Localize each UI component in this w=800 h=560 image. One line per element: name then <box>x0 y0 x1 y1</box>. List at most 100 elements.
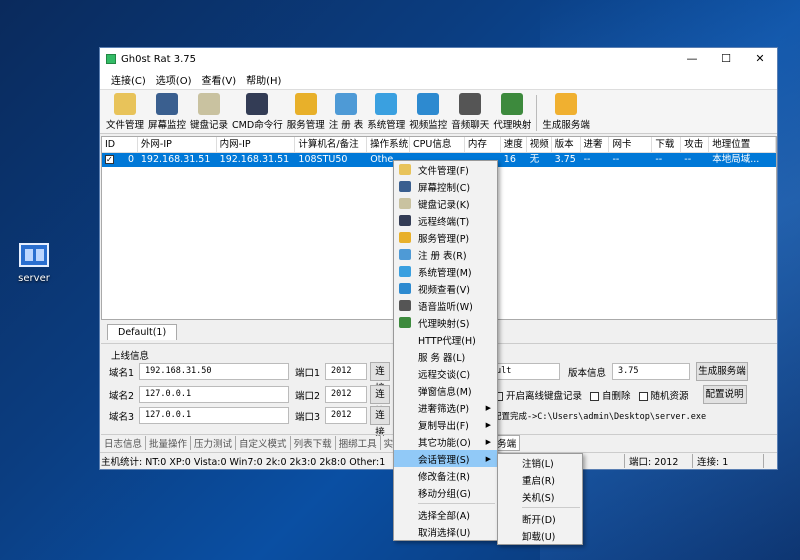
connect3-button[interactable]: 连接 <box>370 406 390 438</box>
column-header[interactable]: 视频 <box>527 137 552 152</box>
context-menu-item[interactable]: 修改备注(R) <box>394 467 497 484</box>
self-delete-checkbox[interactable]: 自删除 <box>590 388 631 402</box>
minimize-button[interactable]: — <box>675 48 709 70</box>
context-menu-item[interactable]: 移动分组(G) <box>394 484 497 501</box>
offline-keylog-checkbox[interactable]: 开启离线键盘记录 <box>494 388 582 402</box>
context-menu-item[interactable]: 服务管理(P) <box>394 229 497 246</box>
menu-item-label: 进奢筛选(P) <box>418 403 470 415</box>
generate-server-button[interactable]: 生成服务端 <box>696 362 748 381</box>
connect1-button[interactable]: 连接 <box>370 362 390 394</box>
domain1-input[interactable]: 192.168.31.50 <box>139 363 289 380</box>
close-button[interactable]: ✕ <box>743 48 777 70</box>
domain3-input[interactable]: 127.0.0.1 <box>139 407 289 424</box>
menu-item-icon <box>399 283 411 294</box>
tab-default[interactable]: Default(1) <box>107 324 178 340</box>
column-header[interactable]: 网卡 <box>609 137 653 152</box>
menu-connect[interactable]: 连接(C) <box>106 72 151 87</box>
column-header[interactable]: ID <box>102 137 138 152</box>
menu-help[interactable]: 帮助(H) <box>241 72 286 87</box>
toolbar-label: 视频监控 <box>409 120 448 131</box>
column-header[interactable]: CPU信息 <box>410 137 465 152</box>
port2-input[interactable]: 2012 <box>325 386 367 403</box>
toolbar-button-4[interactable]: 服务管理 <box>285 93 327 131</box>
bottom-tab[interactable]: 列表下载 <box>291 436 336 450</box>
column-header[interactable]: 内网-IP <box>217 137 296 152</box>
toolbar-button-1[interactable]: 屏幕监控 <box>146 93 188 131</box>
connect2-button[interactable]: 连接 <box>370 385 390 417</box>
toolbar-button-7[interactable]: 视频监控 <box>407 93 449 131</box>
menu-separator <box>522 507 580 508</box>
bottom-tab[interactable]: 捆绑工具 <box>336 436 381 450</box>
column-header[interactable]: 攻击 <box>681 137 710 152</box>
host-stats: 主机统计: NT:0 XP:0 Vista:0 Win7:0 2k:0 2k3:… <box>101 457 386 468</box>
port3-input[interactable]: 2012 <box>325 407 367 424</box>
column-header[interactable]: 计算机名/备注 <box>295 137 368 152</box>
toolbar-button-2[interactable]: 键盘记录 <box>188 93 230 131</box>
maximize-button[interactable]: ☐ <box>709 48 743 70</box>
domain1-label: 域名1 <box>109 367 135 379</box>
row-checkbox[interactable] <box>105 153 114 167</box>
row-id: 0 <box>128 154 135 165</box>
toolbar-button-8[interactable]: 音频聊天 <box>449 93 491 131</box>
submenu-item[interactable]: 卸载(U) <box>498 527 582 544</box>
title-bar[interactable]: Gh0st Rat 3.75 — ☐ ✕ <box>100 48 777 70</box>
menu-item-label: 会话管理(S) <box>418 454 470 466</box>
session-submenu: 注销(L) 重启(R) 关机(S) 断开(D) 卸载(U) <box>497 453 583 545</box>
column-header[interactable]: 内存 <box>465 137 501 152</box>
bottom-tab[interactable]: 批量操作 <box>146 436 192 450</box>
domain2-input[interactable]: 127.0.0.1 <box>139 386 289 403</box>
context-menu-item[interactable]: 注 册 表(R) <box>394 246 497 263</box>
toolbar: 文件管理 屏幕监控 键盘记录 CMD命令行 服务管理注 册 表系统管理 视频监控 音频聊天代… <box>100 90 777 134</box>
submenu-item[interactable]: 重启(R) <box>498 471 582 488</box>
context-menu-item[interactable]: 代理映射(S) <box>394 314 497 331</box>
toolbar-button-10[interactable]: 生成服务端 <box>540 93 592 131</box>
toolbar-button-0[interactable]: 文件管理 <box>104 93 146 131</box>
context-menu-item[interactable]: 视频查看(V) <box>394 280 497 297</box>
context-menu-item[interactable]: HTTP代理(H) <box>394 331 497 348</box>
context-menu-item[interactable]: 键盘记录(K) <box>394 195 497 212</box>
bottom-tab[interactable]: 自定义模式 <box>236 436 291 450</box>
context-menu-item[interactable]: 进奢筛选(P) ▶ <box>394 399 497 416</box>
context-menu-item[interactable]: 会话管理(S) ▶ <box>394 450 497 467</box>
toolbar-button-5[interactable]: 注 册 表 <box>327 93 366 131</box>
context-menu-item[interactable]: 屏幕控制(C) <box>394 178 497 195</box>
group-input[interactable]: ult <box>490 363 560 380</box>
context-menu-item[interactable]: 弹窗信息(M) <box>394 382 497 399</box>
column-header[interactable]: 地理位置 <box>709 137 776 152</box>
context-menu-item[interactable]: 复制导出(F) ▶ <box>394 416 497 433</box>
port1-input[interactable]: 2012 <box>325 363 367 380</box>
context-menu-item[interactable]: 远程交谈(C) <box>394 365 497 382</box>
column-header[interactable]: 操作系统 <box>367 137 411 152</box>
context-menu-item[interactable]: 服 务 器(L) <box>394 348 497 365</box>
submenu-item[interactable]: 断开(D) <box>498 510 582 527</box>
column-header[interactable]: 版本 <box>552 137 581 152</box>
context-menu-item[interactable]: 语音监听(W) <box>394 297 497 314</box>
submenu-item[interactable]: 关机(S) <box>498 488 582 505</box>
toolbar-label: 服务管理 <box>286 120 325 131</box>
toolbar-button-6[interactable]: 系统管理 <box>365 93 407 131</box>
context-menu-item[interactable]: 选择全部(A) <box>394 506 497 523</box>
context-menu-item[interactable]: 系统管理(M) <box>394 263 497 280</box>
bottom-tab[interactable]: 日志信息 <box>101 436 147 450</box>
column-header[interactable]: 外网-IP <box>138 137 217 152</box>
column-header[interactable]: 进奢 <box>581 137 610 152</box>
context-menu-item[interactable]: 文件管理(F) <box>394 161 497 178</box>
context-menu-item[interactable]: 其它功能(O) ▶ <box>394 433 497 450</box>
toolbar-button-3[interactable]: CMD命令行 <box>230 93 285 131</box>
toolbar-button-9[interactable]: 代理映射 <box>491 93 533 131</box>
submenu-item[interactable]: 注销(L) <box>498 454 582 471</box>
menu-item-icon <box>399 215 411 226</box>
config-help-button[interactable]: 配置说明 <box>702 385 747 404</box>
menu-item-icon <box>399 164 411 175</box>
submenu-arrow-icon: ▶ <box>485 437 491 446</box>
desktop-server-icon[interactable]: server <box>12 243 56 284</box>
menu-options[interactable]: 选项(O) <box>151 72 197 87</box>
context-menu-item[interactable]: 远程终端(T) <box>394 212 497 229</box>
random-resource-checkbox[interactable]: 随机资源 <box>638 388 689 402</box>
version-input[interactable]: 3.75 <box>612 363 690 380</box>
column-header[interactable]: 下载 <box>652 137 682 152</box>
column-header[interactable]: 速度 <box>501 137 527 152</box>
menu-view[interactable]: 查看(V) <box>196 72 241 87</box>
context-menu-item[interactable]: 取消选择(U) <box>394 523 497 540</box>
bottom-tab[interactable]: 压力测试 <box>191 436 237 450</box>
